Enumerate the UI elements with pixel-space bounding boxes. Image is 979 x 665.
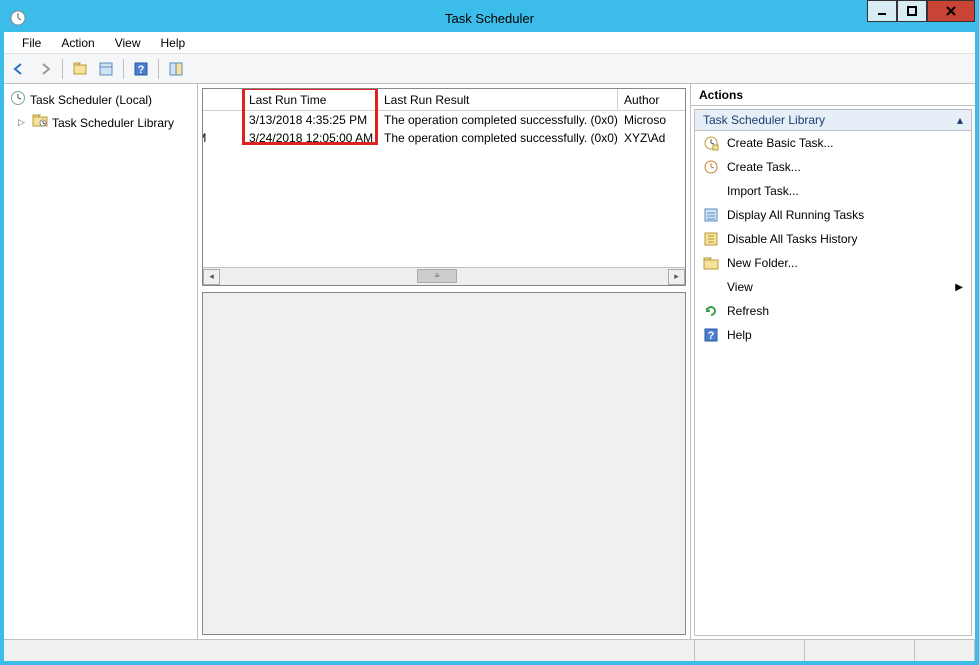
table-row[interactable]: 3/13/2018 4:35:25 PM The operation compl…: [203, 111, 685, 129]
app-icon: [10, 10, 26, 26]
action-label: View: [727, 280, 753, 294]
close-button[interactable]: [927, 0, 975, 22]
statusbar: [4, 639, 975, 661]
action-view[interactable]: View ▶: [695, 275, 971, 299]
tree-root[interactable]: Task Scheduler (Local): [6, 88, 195, 111]
action-label: Refresh: [727, 304, 769, 318]
col-next-run[interactable]: [203, 89, 243, 111]
action-disable-history[interactable]: Disable All Tasks History: [695, 227, 971, 251]
table-header-row: Last Run Time Last Run Result Author: [203, 89, 685, 111]
svg-text:?: ?: [138, 64, 145, 76]
blank-icon: [703, 279, 719, 295]
minimize-button[interactable]: [867, 0, 897, 22]
menu-action[interactable]: Action: [51, 34, 104, 52]
toolbar-separator: [62, 59, 63, 79]
properties-button[interactable]: [95, 58, 117, 80]
scroll-track[interactable]: ≡: [220, 269, 668, 285]
toolbar-separator: [123, 59, 124, 79]
status-cell: [915, 640, 975, 661]
action-label: Display All Running Tasks: [727, 208, 864, 222]
action-label: Disable All Tasks History: [727, 232, 858, 246]
scroll-thumb[interactable]: ≡: [417, 269, 457, 283]
cell-last-run-result: The operation completed successfully. (0…: [378, 129, 618, 147]
action-create-basic-task[interactable]: Create Basic Task...: [695, 131, 971, 155]
help-button[interactable]: ?: [130, 58, 152, 80]
clock-icon: [10, 90, 26, 109]
status-cell: [695, 640, 805, 661]
actions-section-title[interactable]: Task Scheduler Library ▴: [695, 110, 971, 131]
cell-last-run-result: The operation completed successfully. (0…: [378, 111, 618, 129]
actions-section-label: Task Scheduler Library: [703, 113, 825, 127]
action-label: Create Basic Task...: [727, 136, 834, 150]
status-cell: [4, 640, 695, 661]
task-icon: [703, 159, 719, 175]
expand-icon[interactable]: ▷: [18, 117, 28, 128]
menubar: File Action View Help: [4, 32, 975, 54]
back-button[interactable]: [8, 58, 30, 80]
status-cell: [805, 640, 915, 661]
action-new-folder[interactable]: New Folder...: [695, 251, 971, 275]
action-import-task[interactable]: Import Task...: [695, 179, 971, 203]
table-row[interactable]: :00 AM 3/24/2018 12:05:00 AM The operati…: [203, 129, 685, 147]
action-create-task[interactable]: Create Task...: [695, 155, 971, 179]
scroll-right-button[interactable]: ▸: [668, 269, 685, 285]
tree-pane: Task Scheduler (Local) ▷ Task Scheduler …: [4, 84, 198, 639]
actions-header: Actions: [691, 84, 975, 106]
content-area: Task Scheduler (Local) ▷ Task Scheduler …: [4, 84, 975, 639]
scroll-left-button[interactable]: ◂: [203, 269, 220, 285]
menu-file[interactable]: File: [12, 34, 51, 52]
tree-library[interactable]: ▷ Task Scheduler Library: [6, 111, 195, 134]
window-controls: [867, 4, 975, 32]
show-hide-button[interactable]: [165, 58, 187, 80]
cell-author: XYZ\Ad: [618, 129, 685, 147]
window-title: Task Scheduler: [445, 11, 534, 26]
folder-icon: [32, 113, 48, 132]
menu-help[interactable]: Help: [151, 34, 196, 52]
blank-icon: [703, 183, 719, 199]
task-list: Last Run Time Last Run Result Author 3/1…: [202, 88, 686, 286]
collapse-icon[interactable]: ▴: [957, 113, 963, 127]
toolbar-separator: [158, 59, 159, 79]
actions-pane: Actions Task Scheduler Library ▴ Create …: [691, 84, 975, 639]
tree-root-label: Task Scheduler (Local): [30, 93, 152, 107]
list-icon: [703, 207, 719, 223]
actions-body: Task Scheduler Library ▴ Create Basic Ta…: [694, 109, 972, 636]
action-label: Create Task...: [727, 160, 801, 174]
folder-icon: [703, 255, 719, 271]
action-refresh[interactable]: Refresh: [695, 299, 971, 323]
cell-next-run: [203, 111, 243, 129]
col-last-run-result[interactable]: Last Run Result: [378, 89, 618, 111]
maximize-button[interactable]: [897, 0, 927, 22]
action-display-running[interactable]: Display All Running Tasks: [695, 203, 971, 227]
refresh-icon: [703, 303, 719, 319]
tree-library-label: Task Scheduler Library: [52, 116, 174, 130]
horizontal-scrollbar[interactable]: ◂ ≡ ▸: [203, 267, 685, 285]
cell-author: Microso: [618, 111, 685, 129]
action-help[interactable]: ? Help: [695, 323, 971, 347]
window: Task Scheduler File Action View Help ? T…: [0, 0, 979, 665]
wizard-icon: [703, 135, 719, 151]
svg-text:?: ?: [708, 330, 715, 342]
history-icon: [703, 231, 719, 247]
action-label: Help: [727, 328, 752, 342]
menu-view[interactable]: View: [105, 34, 151, 52]
cell-last-run-time: 3/24/2018 12:05:00 AM: [243, 129, 378, 147]
chevron-right-icon: ▶: [955, 282, 963, 293]
col-author[interactable]: Author: [618, 89, 685, 111]
col-last-run-time[interactable]: Last Run Time: [243, 89, 378, 111]
toolbar: ?: [4, 54, 975, 84]
forward-button[interactable]: [34, 58, 56, 80]
up-button[interactable]: [69, 58, 91, 80]
middle-pane: Last Run Time Last Run Result Author 3/1…: [198, 84, 691, 639]
cell-last-run-time: 3/13/2018 4:35:25 PM: [243, 111, 378, 129]
help-icon: ?: [703, 327, 719, 343]
titlebar: Task Scheduler: [4, 4, 975, 32]
detail-pane: [202, 292, 686, 635]
cell-next-run: :00 AM: [203, 129, 243, 147]
action-label: Import Task...: [727, 184, 799, 198]
action-label: New Folder...: [727, 256, 798, 270]
